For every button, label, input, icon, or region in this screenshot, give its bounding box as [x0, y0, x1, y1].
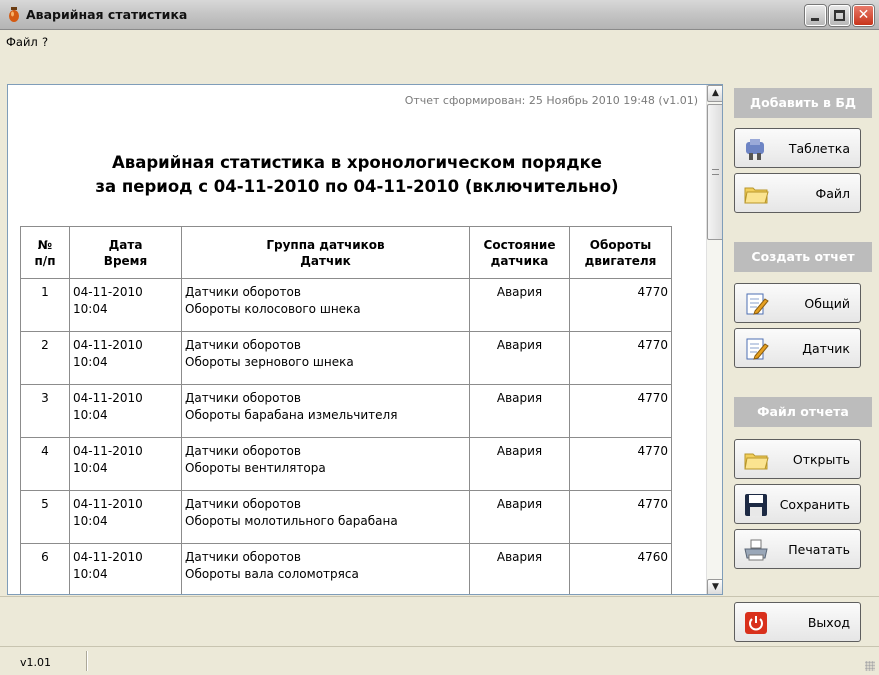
cell-rpm: 4770: [569, 331, 672, 385]
open-button[interactable]: Открыть: [734, 439, 861, 479]
cell-datetime: 04-11-2010 10:04: [69, 437, 182, 491]
power-icon: [745, 612, 767, 634]
print-button[interactable]: Печатать: [734, 529, 861, 569]
file-button-label: Файл: [815, 186, 850, 201]
folder-icon: [744, 187, 769, 204]
cell-state: Авария: [469, 384, 570, 438]
cell-sensor: Датчики оборотов Обороты вентилятора: [181, 437, 470, 491]
column-header-sensor: Группа датчиков Датчик: [181, 226, 470, 279]
cell-state: Авария: [469, 490, 570, 544]
scroll-thumb[interactable]: [707, 104, 722, 240]
resize-grip-icon[interactable]: [865, 661, 875, 671]
cell-rpm: 4770: [569, 278, 672, 332]
table-row: 3 04-11-2010 10:04 Датчики оборотов Обороты …: [20, 384, 672, 438]
minimize-button[interactable]: [805, 5, 826, 26]
window-title: Аварийная статистика: [26, 7, 188, 22]
scroll-up-button[interactable]: ▲: [707, 85, 722, 102]
edit-document-icon: [746, 338, 769, 360]
sensor-report-button-label: Датчик: [802, 341, 850, 356]
maximize-button[interactable]: [829, 5, 850, 26]
status-divider: [86, 651, 88, 671]
menu-help[interactable]: ?: [42, 35, 48, 49]
table-row: 4 04-11-2010 10:04 Датчики оборотов Обороты …: [20, 437, 672, 491]
section-add-db: Добавить в БД: [734, 88, 872, 118]
table-row: 2 04-11-2010 10:04 Датчики оборотов Обороты …: [20, 331, 672, 385]
report-title: Аварийная статистика в хронологическом п…: [8, 151, 706, 199]
cell-rpm: 4760: [569, 543, 672, 594]
table-header-row: № п/п Дата Время Группа датчиков Датчик Сос…: [20, 226, 672, 279]
printer-icon: [744, 539, 768, 561]
exit-button[interactable]: Выход: [734, 602, 861, 642]
save-button[interactable]: Сохранить: [734, 484, 861, 524]
cell-datetime: 04-11-2010 10:04: [69, 278, 182, 332]
exit-button-label: Выход: [807, 615, 850, 630]
report-page: Отчет сформирован: 25 Ноябрь 2010 19:48 …: [8, 85, 706, 594]
tablet-button[interactable]: Таблетка: [734, 128, 861, 168]
print-button-label: Печатать: [788, 542, 850, 557]
section-create-report: Создать отчет: [734, 242, 872, 272]
title-bar[interactable]: Аварийная статистика ✕: [0, 0, 879, 30]
column-header-num: № п/п: [20, 226, 70, 279]
column-header-state: Состояние датчика: [469, 226, 570, 279]
cell-sensor: Датчики оборотов Обороты колосового шнека: [181, 278, 470, 332]
general-report-button[interactable]: Общий: [734, 283, 861, 323]
usb-tablet-icon: [746, 139, 764, 160]
report-view[interactable]: Отчет сформирован: 25 Ноябрь 2010 19:48 …: [7, 84, 723, 595]
cell-datetime: 04-11-2010 10:04: [69, 543, 182, 594]
menu-file[interactable]: Файл: [6, 35, 38, 49]
maximize-icon: [834, 10, 845, 21]
separator: [0, 596, 879, 597]
sensor-report-button[interactable]: Датчик: [734, 328, 861, 368]
cell-sensor: Датчики оборотов Обороты молотильного бар…: [181, 490, 470, 544]
cell-num: 2: [20, 331, 70, 385]
floppy-disk-icon: [745, 494, 767, 516]
column-header-rpm: Обороты двигателя: [569, 226, 672, 279]
cell-sensor: Датчики оборотов Обороты барабана измельч…: [181, 384, 470, 438]
report-title-line2: за период с 04-11-2010 по 04-11-2010 (вк…: [95, 177, 619, 196]
status-bar: v1.01: [0, 646, 879, 675]
open-button-label: Открыть: [792, 452, 850, 467]
file-button[interactable]: Файл: [734, 173, 861, 213]
folder-icon: [744, 453, 769, 470]
cell-rpm: 4770: [569, 490, 672, 544]
close-button[interactable]: ✕: [853, 5, 874, 26]
cell-num: 4: [20, 437, 70, 491]
cell-rpm: 4770: [569, 384, 672, 438]
cell-datetime: 04-11-2010 10:04: [69, 384, 182, 438]
edit-document-icon: [746, 293, 769, 315]
grip-icon: [712, 169, 719, 175]
save-button-label: Сохранить: [779, 497, 850, 512]
cell-state: Авария: [469, 278, 570, 332]
report-table: № п/п Дата Время Группа датчиков Датчик Сос…: [20, 226, 672, 594]
scroll-down-button[interactable]: ▼: [707, 579, 722, 594]
cell-datetime: 04-11-2010 10:04: [69, 331, 182, 385]
cell-sensor: Датчики оборотов Обороты вала соломотряса: [181, 543, 470, 594]
cell-num: 6: [20, 543, 70, 594]
table-row: 6 04-11-2010 10:04 Датчики оборотов Обороты …: [20, 543, 672, 594]
cell-rpm: 4770: [569, 437, 672, 491]
cell-num: 3: [20, 384, 70, 438]
cell-num: 1: [20, 278, 70, 332]
table-row: 1 04-11-2010 10:04 Датчики оборотов Обороты …: [20, 278, 672, 332]
cell-state: Авария: [469, 543, 570, 594]
report-generated-info: Отчет сформирован: 25 Ноябрь 2010 19:48 …: [404, 94, 698, 107]
general-report-button-label: Общий: [804, 296, 850, 311]
menu-bar: Файл ?: [0, 31, 879, 53]
cell-sensor: Датчики оборотов Обороты зернового шнека: [181, 331, 470, 385]
cell-num: 5: [20, 490, 70, 544]
close-icon: ✕: [857, 7, 870, 23]
minimize-icon: [811, 18, 819, 21]
vertical-scrollbar[interactable]: ▲ ▼: [706, 85, 722, 594]
cell-state: Авария: [469, 437, 570, 491]
cell-datetime: 04-11-2010 10:04: [69, 490, 182, 544]
cell-state: Авария: [469, 331, 570, 385]
section-report-file: Файл отчета: [734, 397, 872, 427]
app-icon: [9, 7, 19, 22]
status-version: v1.01: [20, 656, 52, 669]
table-row: 5 04-11-2010 10:04 Датчики оборотов Обороты …: [20, 490, 672, 544]
column-header-datetime: Дата Время: [69, 226, 182, 279]
report-title-line1: Аварийная статистика в хронологическом п…: [112, 153, 602, 172]
tablet-button-label: Таблетка: [788, 141, 850, 156]
